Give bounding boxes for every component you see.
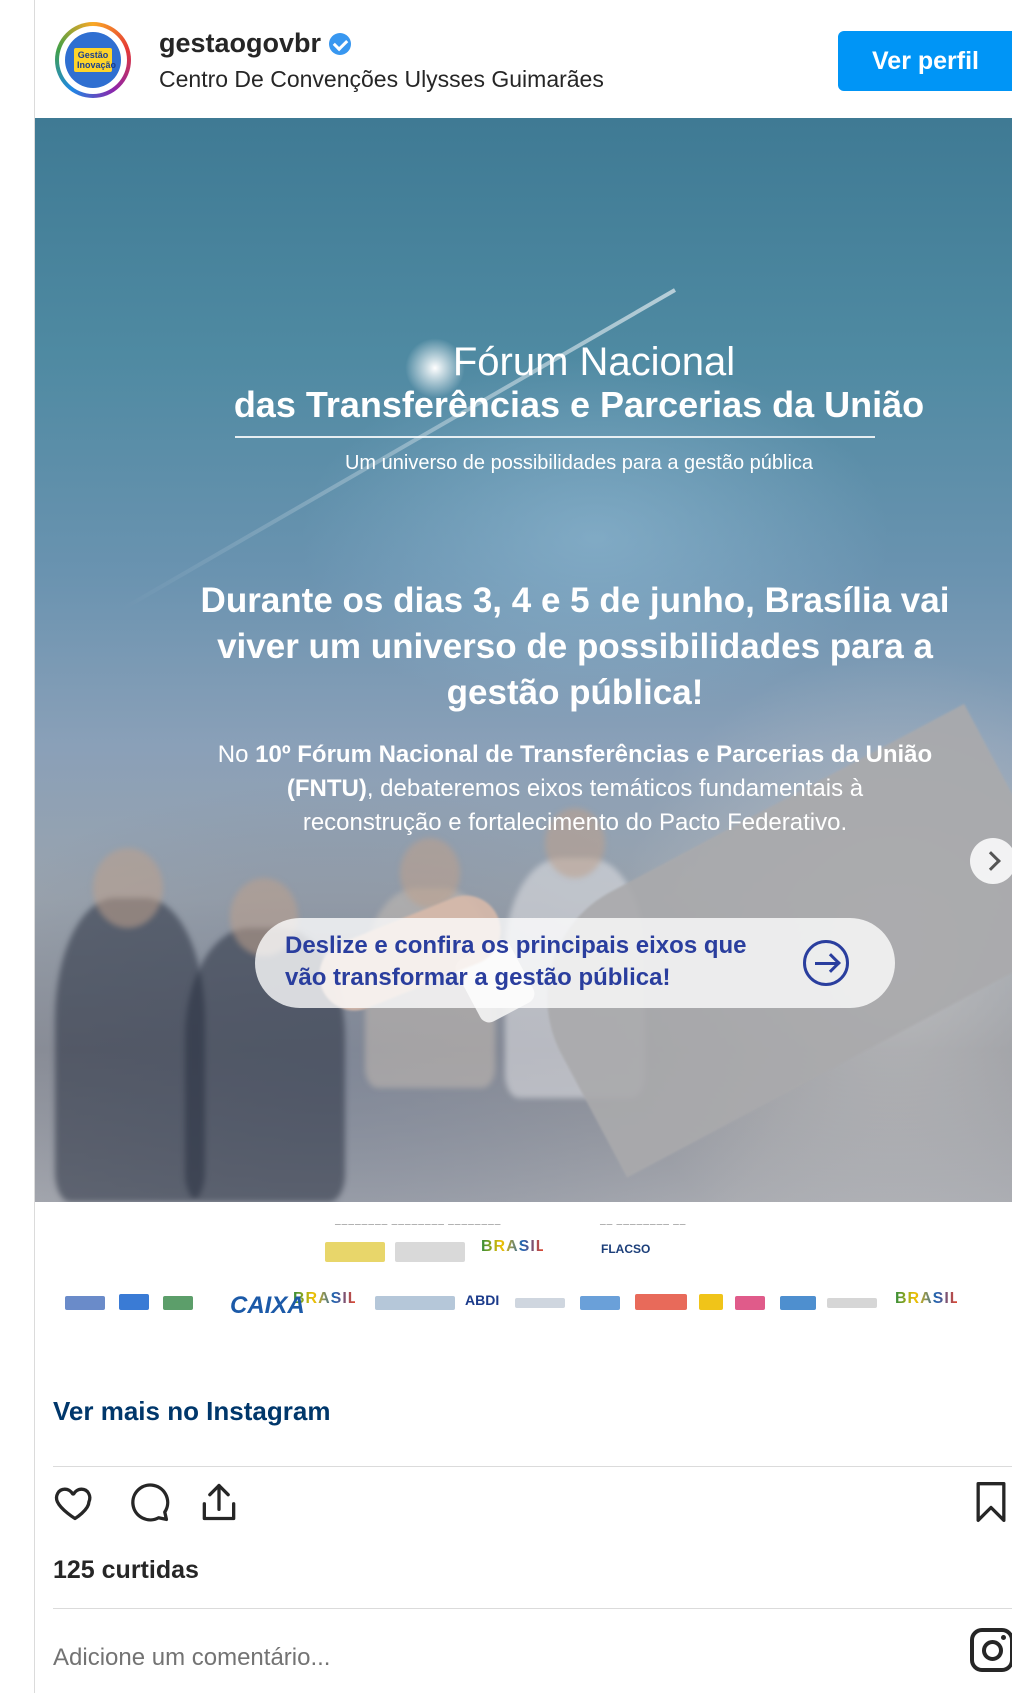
audience-person: [55, 898, 205, 1202]
forum-title-line1: Fórum Nacional: [452, 340, 736, 384]
sponsor-divider-label: ──────── ──────── ────────: [335, 1220, 502, 1229]
avatar-logo-text: Gestão Inovação: [74, 48, 116, 72]
sponsor-logo: [515, 1298, 565, 1308]
sponsor-logo: [635, 1294, 687, 1310]
forum-title-line2: das Transferências e Parcerias da União: [233, 384, 925, 425]
brasil-logo: BRASIL: [481, 1238, 546, 1264]
section-divider: [53, 1466, 1012, 1467]
abdi-logo: ABDI: [465, 1292, 500, 1308]
sponsor-logo: [325, 1242, 385, 1262]
avatar-logo: Gestão Inovação: [65, 32, 121, 88]
sponsor-logo: [163, 1296, 193, 1310]
forum-subtitle: Um universo de possibilidades para a ges…: [344, 452, 814, 474]
cta-text: Deslize e confira os principais eixos qu…: [285, 932, 747, 991]
comment-icon[interactable]: [127, 1480, 171, 1524]
carousel-next-button[interactable]: [970, 838, 1012, 884]
heart-icon[interactable]: [53, 1480, 97, 1524]
brasil-logo: BRASIL: [895, 1290, 960, 1316]
audience-head: [93, 848, 163, 928]
verified-badge-icon: [329, 32, 352, 55]
instagram-embed: Gestão Inovação gestaogovbr Centro De Co…: [34, 0, 1012, 1693]
sponsor-logo: [395, 1242, 465, 1262]
share-icon[interactable]: [197, 1480, 241, 1524]
sponsor-divider-label: ── ──────── ──: [600, 1220, 687, 1229]
sponsor-logo: [699, 1294, 723, 1310]
title-divider: [235, 436, 875, 438]
post-body-text: No 10º Fórum Nacional de Transferências …: [215, 738, 935, 840]
instagram-logo-icon[interactable]: [970, 1628, 1012, 1672]
sponsor-logo: [375, 1296, 455, 1310]
view-profile-button[interactable]: Ver perfil: [838, 31, 1012, 91]
sponsor-logo: [580, 1296, 620, 1310]
profile-avatar[interactable]: Gestão Inovação: [55, 22, 131, 98]
comet-streak-decoration: [119, 288, 676, 612]
caixa-logo: CAIXA: [230, 1292, 305, 1319]
flacso-logo: FLACSO: [601, 1242, 651, 1256]
see-more-instagram-link[interactable]: Ver mais no Instagram: [53, 1396, 330, 1427]
sponsor-logo: [119, 1294, 149, 1310]
body-suffix: , debateremos eixos temáticos fundamenta…: [302, 775, 864, 836]
post-headline: Durante os dias 3, 4 e 5 de junho, Brasí…: [200, 581, 950, 712]
sponsor-logo: [65, 1296, 105, 1310]
sponsor-logo: [827, 1298, 877, 1308]
post-header: Gestão Inovação gestaogovbr Centro De Co…: [35, 0, 1012, 118]
bookmark-icon[interactable]: [969, 1480, 1012, 1524]
sponsor-logos-band: ──────── ──────── ──────── ── ──────── ─…: [35, 1202, 1012, 1332]
location-link[interactable]: Centro De Convenções Ulysses Guimarães: [159, 66, 604, 93]
username-row: gestaogovbr: [159, 28, 352, 59]
sponsor-logo: [780, 1296, 816, 1310]
username-link[interactable]: gestaogovbr: [159, 28, 321, 59]
avatar-ring: Gestão Inovação: [59, 26, 127, 94]
sponsor-logo: [735, 1296, 765, 1310]
body-prefix: No: [217, 741, 256, 768]
arrow-right-circle-icon: [803, 940, 849, 986]
section-divider: [53, 1608, 1012, 1609]
post-image[interactable]: Fórum Nacional das Transferências e Parc…: [35, 118, 1012, 1202]
comment-input[interactable]: Adicione um comentário...: [53, 1644, 330, 1672]
likes-count[interactable]: 125 curtidas: [53, 1556, 199, 1585]
